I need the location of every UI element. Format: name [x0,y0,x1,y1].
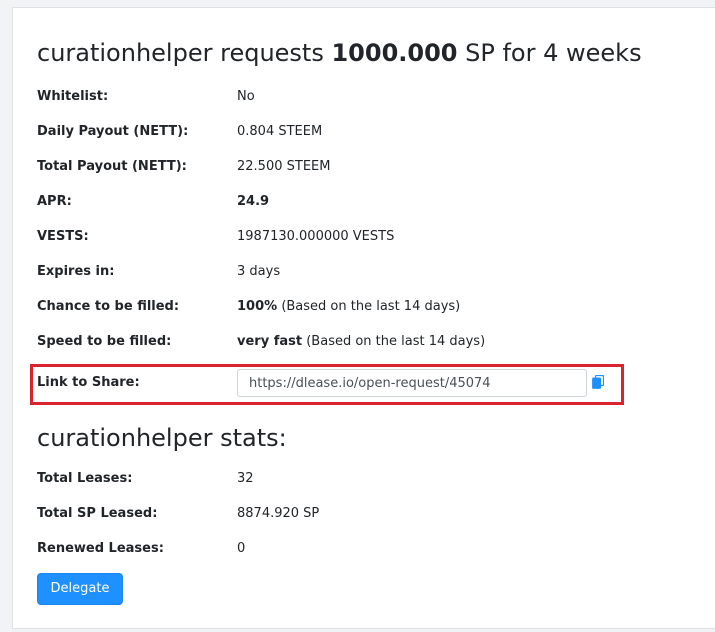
total-sp-leased-value: 8874.920 SP [237,506,320,521]
chance-percent: 100% [237,299,278,314]
apr-label: APR: [37,194,72,209]
apr-value: 24.9 [237,194,270,209]
daily-payout-label: Daily Payout (NETT): [37,124,189,139]
request-unit-duration: SP for 4 weeks [465,39,642,67]
expires-label: Expires in: [37,264,115,279]
total-payout-label: Total Payout (NETT): [37,159,187,174]
renewed-leases-label: Renewed Leases: [37,541,164,556]
total-leases-label: Total Leases: [37,471,133,486]
total-payout-value: 22.500 STEEM [237,159,331,174]
delegate-button[interactable]: Delegate [37,573,123,605]
request-verb: requests [220,39,324,67]
total-leases-value: 32 [237,471,254,486]
apr-value-wrap: 24.9 [237,192,269,212]
speed-rating: very fast [237,334,303,349]
daily-payout-value: 0.804 STEEM [237,124,323,139]
whitelist-label: Whitelist: [37,89,109,104]
request-user: curationhelper [37,39,213,67]
speed-note: (Based on the last 14 days) [306,334,486,349]
request-card [12,7,715,629]
chance-label: Chance to be filled: [37,299,180,314]
request-amount: 1000.000 [331,39,458,67]
speed-label: Speed to be filled: [37,334,172,349]
page-title: curationhelper requests 1000.000 SP for … [37,38,642,68]
vests-label: VESTS: [37,229,89,244]
renewed-leases-value: 0 [237,541,246,556]
share-link-input[interactable] [237,369,587,397]
chance-note: (Based on the last 14 days) [281,299,461,314]
expires-value: 3 days [237,264,281,279]
whitelist-value: No [237,89,255,104]
stats-title: curationhelper stats: [37,424,287,452]
share-label: Link to Share: [37,375,140,390]
chance-value: 100% (Based on the last 14 days) [237,297,460,317]
speed-value: very fast (Based on the last 14 days) [237,332,485,352]
clipboard-icon[interactable] [592,374,605,389]
vests-value: 1987130.000000 VESTS [237,229,395,244]
total-sp-leased-label: Total SP Leased: [37,506,158,521]
